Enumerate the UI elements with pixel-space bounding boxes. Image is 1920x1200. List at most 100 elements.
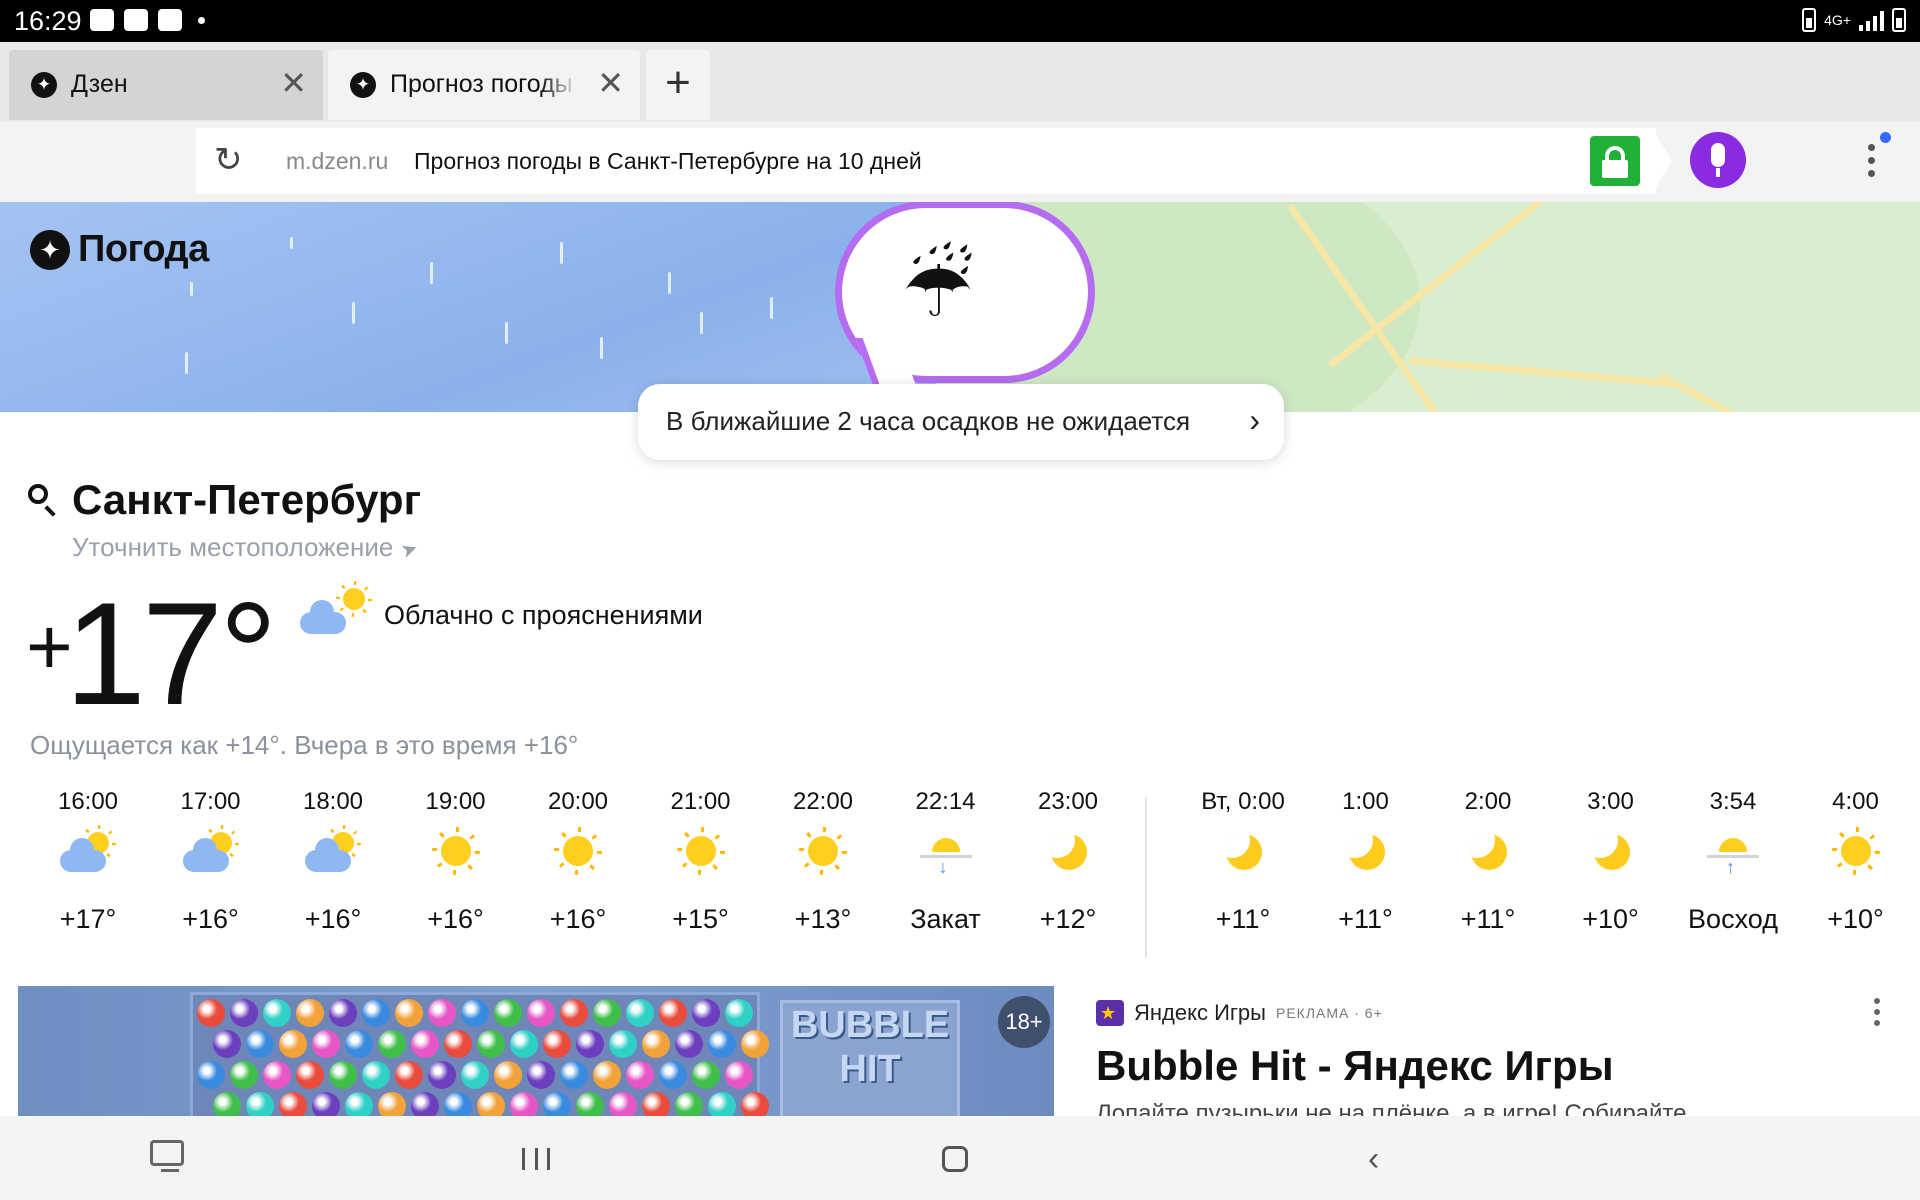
nowcast-bubble[interactable]: ☔ [842,208,1088,376]
close-tab-icon[interactable]: ✕ [280,66,307,100]
hour-value: +11° [1215,904,1271,934]
hour-column[interactable]: 3:54 ↑ Восход [1673,788,1793,935]
status-bar: 16:29 4G+ [0,0,1920,42]
hour-time: 3:54 [1709,788,1757,815]
moon-icon [1551,828,1671,890]
back-button[interactable]: ‹ [1368,1142,1379,1176]
bubble-ball [428,999,456,1027]
ad-source[interactable]: Яндекс Игры РЕКЛАМА · 6+ [1096,1000,1383,1026]
hour-column[interactable]: 22:14 ↓ Закат [886,788,1006,935]
bubble-ball [543,1030,571,1058]
close-tab-icon[interactable]: ✕ [597,66,624,100]
sunset-icon: ↓ [886,828,1006,890]
city-name[interactable]: Санкт-Петербург [72,476,421,524]
hour-column[interactable]: 4:00 +10° [1796,788,1916,935]
bubble-ball [675,1092,703,1116]
hour-column[interactable]: 18:00 +16° [273,788,393,935]
partly-cloudy-icon [273,828,393,890]
bubble-ball [626,999,654,1027]
bubble-ball [329,1061,357,1089]
bubble-ball [395,1061,423,1089]
hour-value: +10° [1827,904,1884,934]
bubble-ball [197,1061,225,1089]
url-page-title: Прогноз погоды в Санкт-Петербурге на 10 … [414,148,922,174]
url-field[interactable]: ↻ m.dzen.ru Прогноз погоды в Санкт-Петер… [196,128,1656,194]
recents-button[interactable] [522,1148,550,1170]
weather-notification-icon [90,9,114,31]
reload-icon[interactable]: ↻ [214,140,243,180]
ad-label: РЕКЛАМА · 6+ [1275,1005,1383,1021]
hour-column[interactable]: 20:00 +16° [518,788,638,935]
chevron-right-icon: › [1249,402,1260,438]
bubble-ball [411,1030,439,1058]
hour-column[interactable]: 23:00 +12° [1008,788,1128,935]
bubble-ball [246,1030,274,1058]
hour-time: 17:00 [180,788,241,815]
bubble-ball [395,999,423,1027]
bubble-ball [510,1092,538,1116]
hour-value: +16° [427,904,484,934]
bubble-ball [230,1061,258,1089]
ad-menu-button[interactable] [1874,998,1882,1031]
hour-column[interactable]: 3:00 +10° [1551,788,1671,935]
lock-icon[interactable] [1590,136,1640,186]
hour-column[interactable]: 21:00 +15° [641,788,761,935]
hour-column[interactable]: 2:00 +11° [1428,788,1548,935]
weather-condition: Облачно с прояснениями [384,600,703,630]
bubble-ball [675,1030,703,1058]
day-divider [1145,798,1147,958]
bubble-ball [560,999,588,1027]
browser-menu-button[interactable] [1866,132,1891,184]
bubble-ball [279,1092,307,1116]
sun-icon [1796,828,1916,890]
bubble-ball [659,999,687,1027]
voice-search-button[interactable] [1690,132,1746,188]
hour-value: Закат [910,904,981,934]
hour-value: +16° [182,904,239,934]
hour-column[interactable]: 19:00 +16° [396,788,516,935]
refine-location-link[interactable]: Уточнить местоположение ➤ [72,532,422,563]
bubble-ball [362,999,390,1027]
hour-time: 2:00 [1464,788,1512,815]
bubble-ball [345,1030,373,1058]
hour-column[interactable]: 1:00 +11° [1306,788,1426,935]
hour-time: 4:00 [1832,788,1879,815]
rotate-screen-icon[interactable] [150,1140,184,1172]
hour-column[interactable]: 16:00 +17° [28,788,148,935]
weather-brand[interactable]: Погода [30,228,209,271]
gallery-notification-icon [158,9,182,31]
bubble-ball [279,1030,307,1058]
hour-time: 3:00 [1587,788,1634,815]
ad-image[interactable]: BUBBLE HIT 18+ [18,986,1054,1116]
dzen-favicon-icon [350,72,376,98]
hour-time: Вт, 0:00 [1201,788,1285,815]
hour-column[interactable]: Вт, 0:00 +11° [1183,788,1303,935]
bubble-ball [213,1092,241,1116]
search-icon[interactable] [28,484,48,504]
hourly-forecast[interactable]: 16:00 +17° 17:00 +16° 18:00 +16° 19:00 +16° 20:0… [28,788,1908,958]
precipitation-map[interactable]: Погода ☔ [0,202,1920,412]
hour-value: +15° [672,904,729,934]
ad-headline[interactable]: Bubble Hit - Яндекс Игры [1096,1042,1614,1090]
bubble-ball [263,999,291,1027]
bubble-ball [642,1092,670,1116]
home-button[interactable] [942,1146,968,1172]
hour-column[interactable]: 17:00 +16° [151,788,271,935]
hour-time: 1:00 [1342,788,1389,815]
bubble-ball [626,1061,654,1089]
hour-column[interactable]: 22:00 +13° [763,788,883,935]
bubble-ball [576,1092,604,1116]
hour-time: 22:14 [915,788,976,815]
current-temperature: +17° [26,572,278,729]
temperature-sign: + [26,602,73,691]
ad-card[interactable]: BUBBLE HIT 18+ Яндекс Игры РЕКЛАМА · 6+ … [18,986,1902,1116]
new-tab-button[interactable]: + [646,50,710,120]
tab-weather[interactable]: Прогноз погоды ✕ [328,50,640,120]
nowcast-button[interactable]: В ближайшие 2 часа осадков не ожидается … [638,384,1284,460]
bubble-ball [510,1030,538,1058]
partly-cloudy-icon [298,582,372,648]
bubble-ball [378,1030,406,1058]
tab-dzen[interactable]: Дзен ✕ [9,50,323,120]
bubble-ball [543,1092,571,1116]
bubble-ball [411,1092,439,1116]
